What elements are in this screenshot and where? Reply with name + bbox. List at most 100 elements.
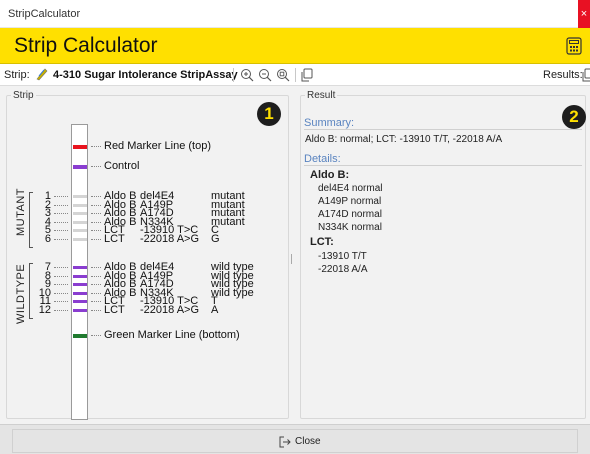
strip-line-left-tick <box>54 204 68 206</box>
calculator-icon[interactable] <box>566 37 582 55</box>
results-label: Results: <box>543 69 583 81</box>
strip-line-left-tick <box>54 310 68 311</box>
strip-line-variant: -22018 A>G <box>140 304 200 316</box>
strip-line-right-tick <box>91 213 101 215</box>
strip-line-right-tick <box>91 292 101 294</box>
result-panel: Result 2 Summary: Aldo B: normal; LCT: -… <box>300 90 586 419</box>
summary-divider <box>304 129 582 130</box>
details-title: Details: <box>304 153 341 165</box>
panel-splitter[interactable] <box>291 254 293 264</box>
strip-line-right-tick <box>91 204 101 206</box>
strip-line-band <box>73 291 87 295</box>
strip-line-gene: LCT <box>104 233 125 245</box>
details-item: -22018 A/A <box>318 264 368 275</box>
strip-line-band <box>73 283 87 287</box>
copy-icon[interactable] <box>299 67 315 83</box>
result-panel-badge: 2 <box>562 105 586 129</box>
strip-line-right-tick <box>91 267 101 268</box>
toolbar: Strip: 4-310 Sugar Intolerance StripAssa… <box>0 64 590 86</box>
strip-line-left-tick <box>54 267 68 268</box>
strip-line-variant: -22018 A>G <box>140 233 200 245</box>
strip-line-left-tick <box>54 301 68 303</box>
strip-line-left-tick <box>54 221 68 223</box>
strip-panel: Strip 1 Red Marker Line (top) Control Gree… <box>6 90 289 420</box>
strip-line-band <box>73 203 87 207</box>
zoom-in-icon[interactable] <box>239 67 255 83</box>
details-item: N334K normal <box>318 222 382 233</box>
strip-line-right-tick <box>91 196 101 197</box>
details-item: A149P normal <box>318 196 382 207</box>
mutant-bracket <box>29 192 33 248</box>
strip-line-left-tick <box>54 213 68 215</box>
details-group-aldob: Aldo B: <box>310 169 350 181</box>
strip-line-band <box>73 212 87 216</box>
control-line-band <box>73 165 87 169</box>
strip-label: Strip: <box>4 69 30 81</box>
green-marker-line-label: Green Marker Line (bottom) <box>104 329 240 341</box>
strip-line-right-tick <box>91 301 101 303</box>
control-line-tick <box>91 166 101 167</box>
app-title: Strip Calculator <box>14 34 158 57</box>
strip-icon <box>36 68 48 81</box>
green-marker-line-band <box>73 334 87 338</box>
strip-line-left-tick <box>54 284 68 286</box>
wildtype-bracket <box>29 263 33 319</box>
strip-line-right-tick <box>91 310 101 311</box>
strip-line-right-tick <box>91 230 101 232</box>
strip-line-right-tick <box>91 221 101 223</box>
toolbar-separator <box>295 68 296 82</box>
strip-panel-caption: Strip <box>11 90 36 101</box>
green-marker-line-tick <box>91 335 101 336</box>
red-marker-line-band <box>73 145 87 149</box>
strip-line-number: 6 <box>44 233 51 245</box>
strip-line-number: 12 <box>38 304 51 316</box>
footer: Close <box>0 424 590 454</box>
strip-line-left-tick <box>54 196 68 197</box>
strip-line-band <box>73 229 87 233</box>
strip-visual <box>71 124 88 420</box>
strip-line-left-tick <box>54 275 68 277</box>
strip-line-band <box>73 309 87 312</box>
summary-text: Aldo B: normal; LCT: -13910 T/T, -22018 … <box>305 134 503 145</box>
exit-icon <box>279 436 291 448</box>
red-marker-line-label: Red Marker Line (top) <box>104 140 211 152</box>
strip-line-right-tick <box>91 275 101 277</box>
strip-line-right-tick <box>91 284 101 286</box>
window-titlebar: StripCalculator × <box>0 0 590 28</box>
red-marker-line-tick <box>91 146 101 147</box>
strip-line-result: A <box>211 304 219 316</box>
strip-line-gene: LCT <box>104 304 125 316</box>
strip-line-band <box>73 274 87 278</box>
strip-line-band <box>73 195 87 198</box>
strip-line-band <box>73 266 87 269</box>
strip-line-left-tick <box>54 230 68 232</box>
close-button[interactable]: Close <box>12 429 578 453</box>
details-item: -13910 T/T <box>318 251 367 262</box>
strip-line-right-tick <box>91 239 101 240</box>
mutant-group-label: MUTANT <box>15 187 27 236</box>
wildtype-group-label: WILDTYPE <box>15 263 27 324</box>
close-button-label: Close <box>295 436 321 447</box>
control-line-label: Control <box>104 160 140 172</box>
strip-name[interactable]: 4-310 Sugar Intolerance StripAssay <box>53 69 238 81</box>
strip-line-left-tick <box>54 239 68 240</box>
summary-title: Summary: <box>304 117 355 129</box>
strip-line-left-tick <box>54 292 68 294</box>
zoom-out-icon[interactable] <box>257 67 273 83</box>
copy-results-icon[interactable] <box>581 67 590 83</box>
main-area: Strip 1 Red Marker Line (top) Control Gree… <box>0 86 590 424</box>
window-title: StripCalculator <box>8 8 81 20</box>
result-panel-caption: Result <box>305 90 338 101</box>
strip-panel-badge: 1 <box>257 102 281 126</box>
details-divider <box>304 165 582 166</box>
zoom-fit-icon[interactable] <box>275 67 291 83</box>
toolbar-separator <box>233 68 234 82</box>
strip-line-band <box>73 220 87 224</box>
strip-line-band <box>73 300 87 304</box>
strip-line-band <box>73 238 87 241</box>
window-close-button[interactable]: × <box>578 0 590 28</box>
details-item: A174D normal <box>318 209 382 220</box>
strip-line-result: G <box>211 233 220 245</box>
details-item: del4E4 normal <box>318 183 383 194</box>
app-header: Strip Calculator <box>0 28 590 64</box>
